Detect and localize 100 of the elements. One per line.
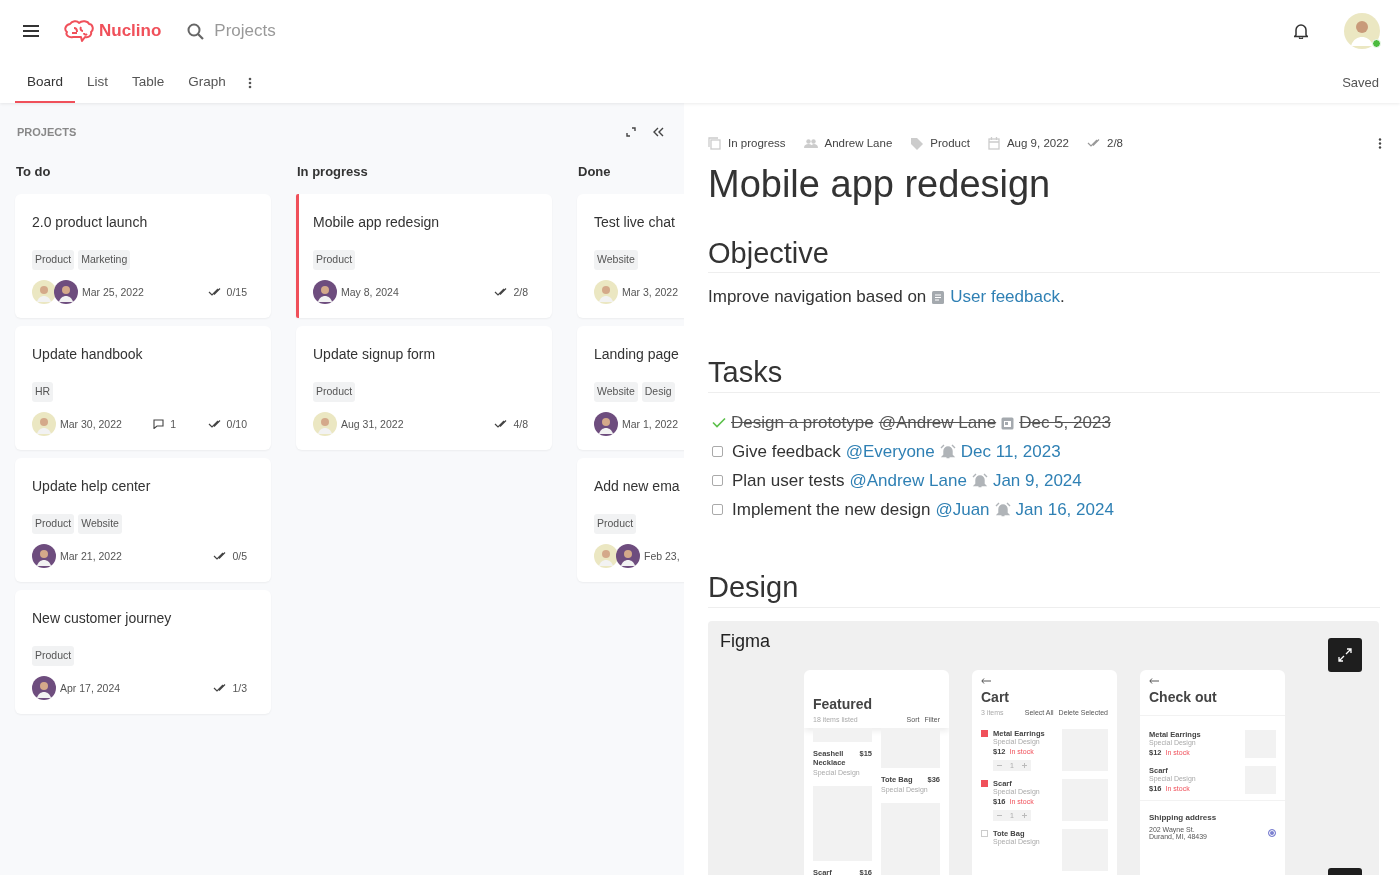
project-card[interactable]: 2.0 product launch Product Marketing Mar 25, 2022 0/15 xyxy=(15,194,271,318)
menu-icon[interactable] xyxy=(23,25,39,37)
card-date: Mar 30, 2022 xyxy=(60,418,122,430)
project-card[interactable]: Mobile app redesign Product May 8, 2024 2/8 xyxy=(296,194,552,318)
plus-icon xyxy=(1022,813,1027,818)
due-date[interactable]: Jan 9, 2024 xyxy=(992,470,1082,491)
project-card[interactable]: Update handbook HR Mar 30, 2022 1 0/10 xyxy=(15,326,271,450)
column-title: To do xyxy=(16,164,52,179)
tag: Product xyxy=(313,382,356,402)
mockup-text: Shipping address xyxy=(1149,813,1218,822)
mockup-title: Check out xyxy=(1149,689,1218,705)
minus-icon xyxy=(997,815,1002,816)
card-title: Landing page xyxy=(594,346,680,364)
task-text: Implement the new design xyxy=(732,499,931,520)
property-value[interactable]: Andrew Lane xyxy=(824,137,893,149)
view-tab[interactable]: Graph xyxy=(176,62,238,103)
document-icon xyxy=(932,290,945,304)
section-heading: Tasks xyxy=(708,355,1380,394)
project-card[interactable]: Update help center Product Website Mar 21, 2022 0/5 xyxy=(15,458,271,582)
task-count: 0/5 xyxy=(232,550,247,562)
task-count: 4/8 xyxy=(513,418,528,430)
checkbox[interactable] xyxy=(712,475,723,487)
tag: Product xyxy=(32,646,75,666)
tag: Product xyxy=(32,514,75,534)
view-tab[interactable]: Table xyxy=(120,62,177,103)
more-icon[interactable] xyxy=(1378,137,1382,149)
embed-title: Figma xyxy=(720,631,770,652)
calendar-icon xyxy=(1001,415,1015,430)
section-heading: Design xyxy=(708,570,1380,608)
checkbox[interactable] xyxy=(712,504,723,516)
view-tab[interactable]: List xyxy=(75,62,121,103)
card-date: Mar 21, 2022 xyxy=(60,550,122,562)
comment-count: 1 xyxy=(170,418,177,430)
card-title: Test live chat xyxy=(594,214,676,232)
search-icon xyxy=(187,22,205,40)
tag: Website xyxy=(594,382,638,402)
task-text: Design a prototype xyxy=(731,412,874,433)
alarm-icon xyxy=(939,444,956,460)
property-value[interactable]: 2/8 xyxy=(1107,137,1123,149)
task-text: Give feedback xyxy=(732,441,841,462)
tag: Product xyxy=(313,250,356,270)
task-count: 0/10 xyxy=(226,418,247,430)
double-check-icon xyxy=(213,552,227,560)
tag-icon xyxy=(910,136,924,150)
due-date[interactable]: Dec 11, 2023 xyxy=(960,441,1061,462)
back-arrow-icon xyxy=(981,678,991,684)
mention-link[interactable]: @Andrew Lane xyxy=(849,470,967,491)
collapse-icon[interactable] xyxy=(652,127,664,137)
mention-link[interactable]: @Andrew Lane xyxy=(878,412,997,433)
checkbox[interactable] xyxy=(712,446,723,458)
mention-link[interactable]: @Everyone xyxy=(845,441,935,462)
column-title: In progress xyxy=(297,164,369,179)
property-value[interactable]: Aug 9, 2022 xyxy=(1006,137,1069,149)
card-title: Mobile app redesign xyxy=(313,214,441,232)
document-link[interactable]: User feedback xyxy=(950,287,1060,308)
expand-icon[interactable] xyxy=(626,127,636,137)
mockup-title: Cart xyxy=(981,689,1010,705)
project-card[interactable]: Add new ema Product Feb 23, xyxy=(577,458,684,582)
tag: Website xyxy=(594,250,638,270)
mockup-title: Featured xyxy=(813,696,874,712)
tag: Marketing xyxy=(78,250,131,270)
task-count: 0/15 xyxy=(226,286,247,298)
mention-link[interactable]: @Juan xyxy=(935,499,990,520)
double-check-icon xyxy=(1087,139,1100,147)
brain-logo-icon xyxy=(64,20,94,42)
fullscreen-icon[interactable] xyxy=(1328,638,1362,672)
document-title: Mobile app redesign xyxy=(708,162,1052,207)
double-check-icon xyxy=(213,684,227,692)
project-card[interactable]: Test live chat Website Mar 3, 2022 xyxy=(577,194,684,318)
tag: Product xyxy=(32,250,75,270)
column-title: Done xyxy=(578,164,612,179)
card-date: Feb 23, xyxy=(644,550,680,562)
card-title: Add new ema xyxy=(594,478,681,496)
online-dot xyxy=(1372,39,1381,48)
minus-icon xyxy=(997,765,1002,766)
task-text: Plan user tests xyxy=(732,470,845,491)
plus-icon xyxy=(1022,763,1027,768)
project-card[interactable]: New customer journey Product Apr 17, 2024 1/3 xyxy=(15,590,271,714)
double-check-icon xyxy=(494,288,508,296)
tag: Desig xyxy=(641,382,675,402)
project-card[interactable]: Landing page Website Desig Mar 1, 2022 xyxy=(577,326,684,450)
property-value[interactable]: Product xyxy=(930,137,970,149)
more-icon[interactable] xyxy=(247,76,252,89)
section-heading: Objective xyxy=(708,235,1380,274)
card-title: Update help center xyxy=(32,478,152,496)
due-date[interactable]: Dec 5, 2023 xyxy=(1019,412,1111,433)
double-check-icon xyxy=(494,420,508,428)
board-title: PROJECTS xyxy=(17,126,77,138)
card-date: May 8, 2024 xyxy=(341,286,399,298)
due-date[interactable]: Jan 16, 2024 xyxy=(1015,499,1114,520)
app-logo[interactable]: Nuclino xyxy=(99,21,162,41)
project-card[interactable]: Update signup form Product Aug 31, 2022 4/8 xyxy=(296,326,552,450)
back-arrow-icon xyxy=(1149,678,1159,684)
property-value[interactable]: In progress xyxy=(728,137,786,149)
double-check-icon xyxy=(207,420,221,428)
calendar-icon xyxy=(987,136,1000,150)
bell-icon[interactable] xyxy=(1294,23,1308,39)
user-avatar[interactable] xyxy=(1344,13,1380,49)
checkmark-icon[interactable] xyxy=(712,417,726,429)
card-date: Mar 3, 2022 xyxy=(622,286,679,298)
